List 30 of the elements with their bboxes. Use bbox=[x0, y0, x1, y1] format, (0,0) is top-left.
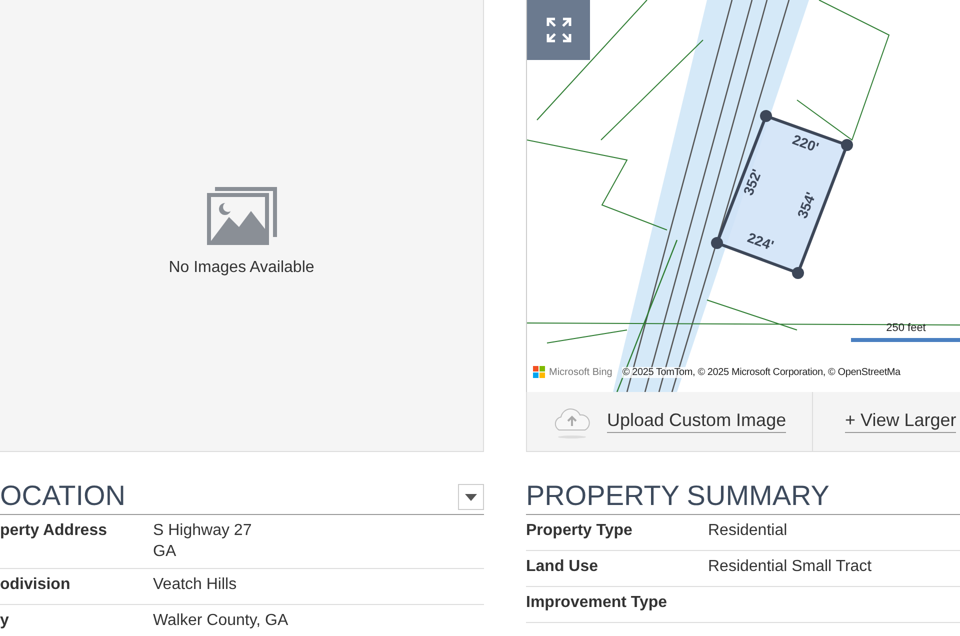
field-label: odivision bbox=[0, 576, 72, 595]
dimension-label: 224' bbox=[745, 229, 776, 254]
image-placeholder-icon bbox=[206, 186, 276, 244]
dimension-label: 354' bbox=[794, 190, 819, 220]
view-larger-link[interactable]: + View Larger bbox=[845, 410, 956, 433]
dropdown-button[interactable] bbox=[458, 484, 484, 510]
field-value: Veatch Hills bbox=[153, 576, 237, 594]
caret-down-icon bbox=[465, 494, 477, 500]
field-label: Improvement Type bbox=[526, 594, 668, 613]
field-value: Residential Small Tract bbox=[708, 558, 872, 576]
section-heading: OCATION bbox=[0, 480, 126, 512]
map-attribution: © 2025 TomTom, © 2025 Microsoft Corporation, © OpenStreetMa bbox=[622, 366, 900, 378]
field-label: Property Type bbox=[526, 522, 634, 541]
scale-label: 250 feet bbox=[886, 322, 926, 334]
dimension-label: 352' bbox=[740, 166, 765, 198]
field-label: Land Use bbox=[526, 558, 600, 577]
upload-image-link[interactable]: Upload Custom Image bbox=[607, 410, 786, 433]
field-value: S Highway 27 bbox=[153, 522, 252, 540]
field-label: y bbox=[0, 612, 10, 631]
fullscreen-button[interactable] bbox=[527, 0, 590, 60]
field-label: perty Address bbox=[0, 522, 108, 541]
section-heading: PROPERTY SUMMARY bbox=[526, 480, 830, 512]
field-value: Residential bbox=[708, 522, 788, 540]
expand-icon bbox=[546, 17, 572, 43]
windows-logo-icon bbox=[533, 366, 545, 378]
no-images-message: No Images Available bbox=[168, 258, 314, 276]
field-value: GA bbox=[153, 543, 178, 561]
map-provider: Microsoft Bing bbox=[549, 366, 612, 378]
dimension-label: 220' bbox=[790, 131, 821, 156]
field-value: Walker County, GA bbox=[153, 612, 288, 630]
